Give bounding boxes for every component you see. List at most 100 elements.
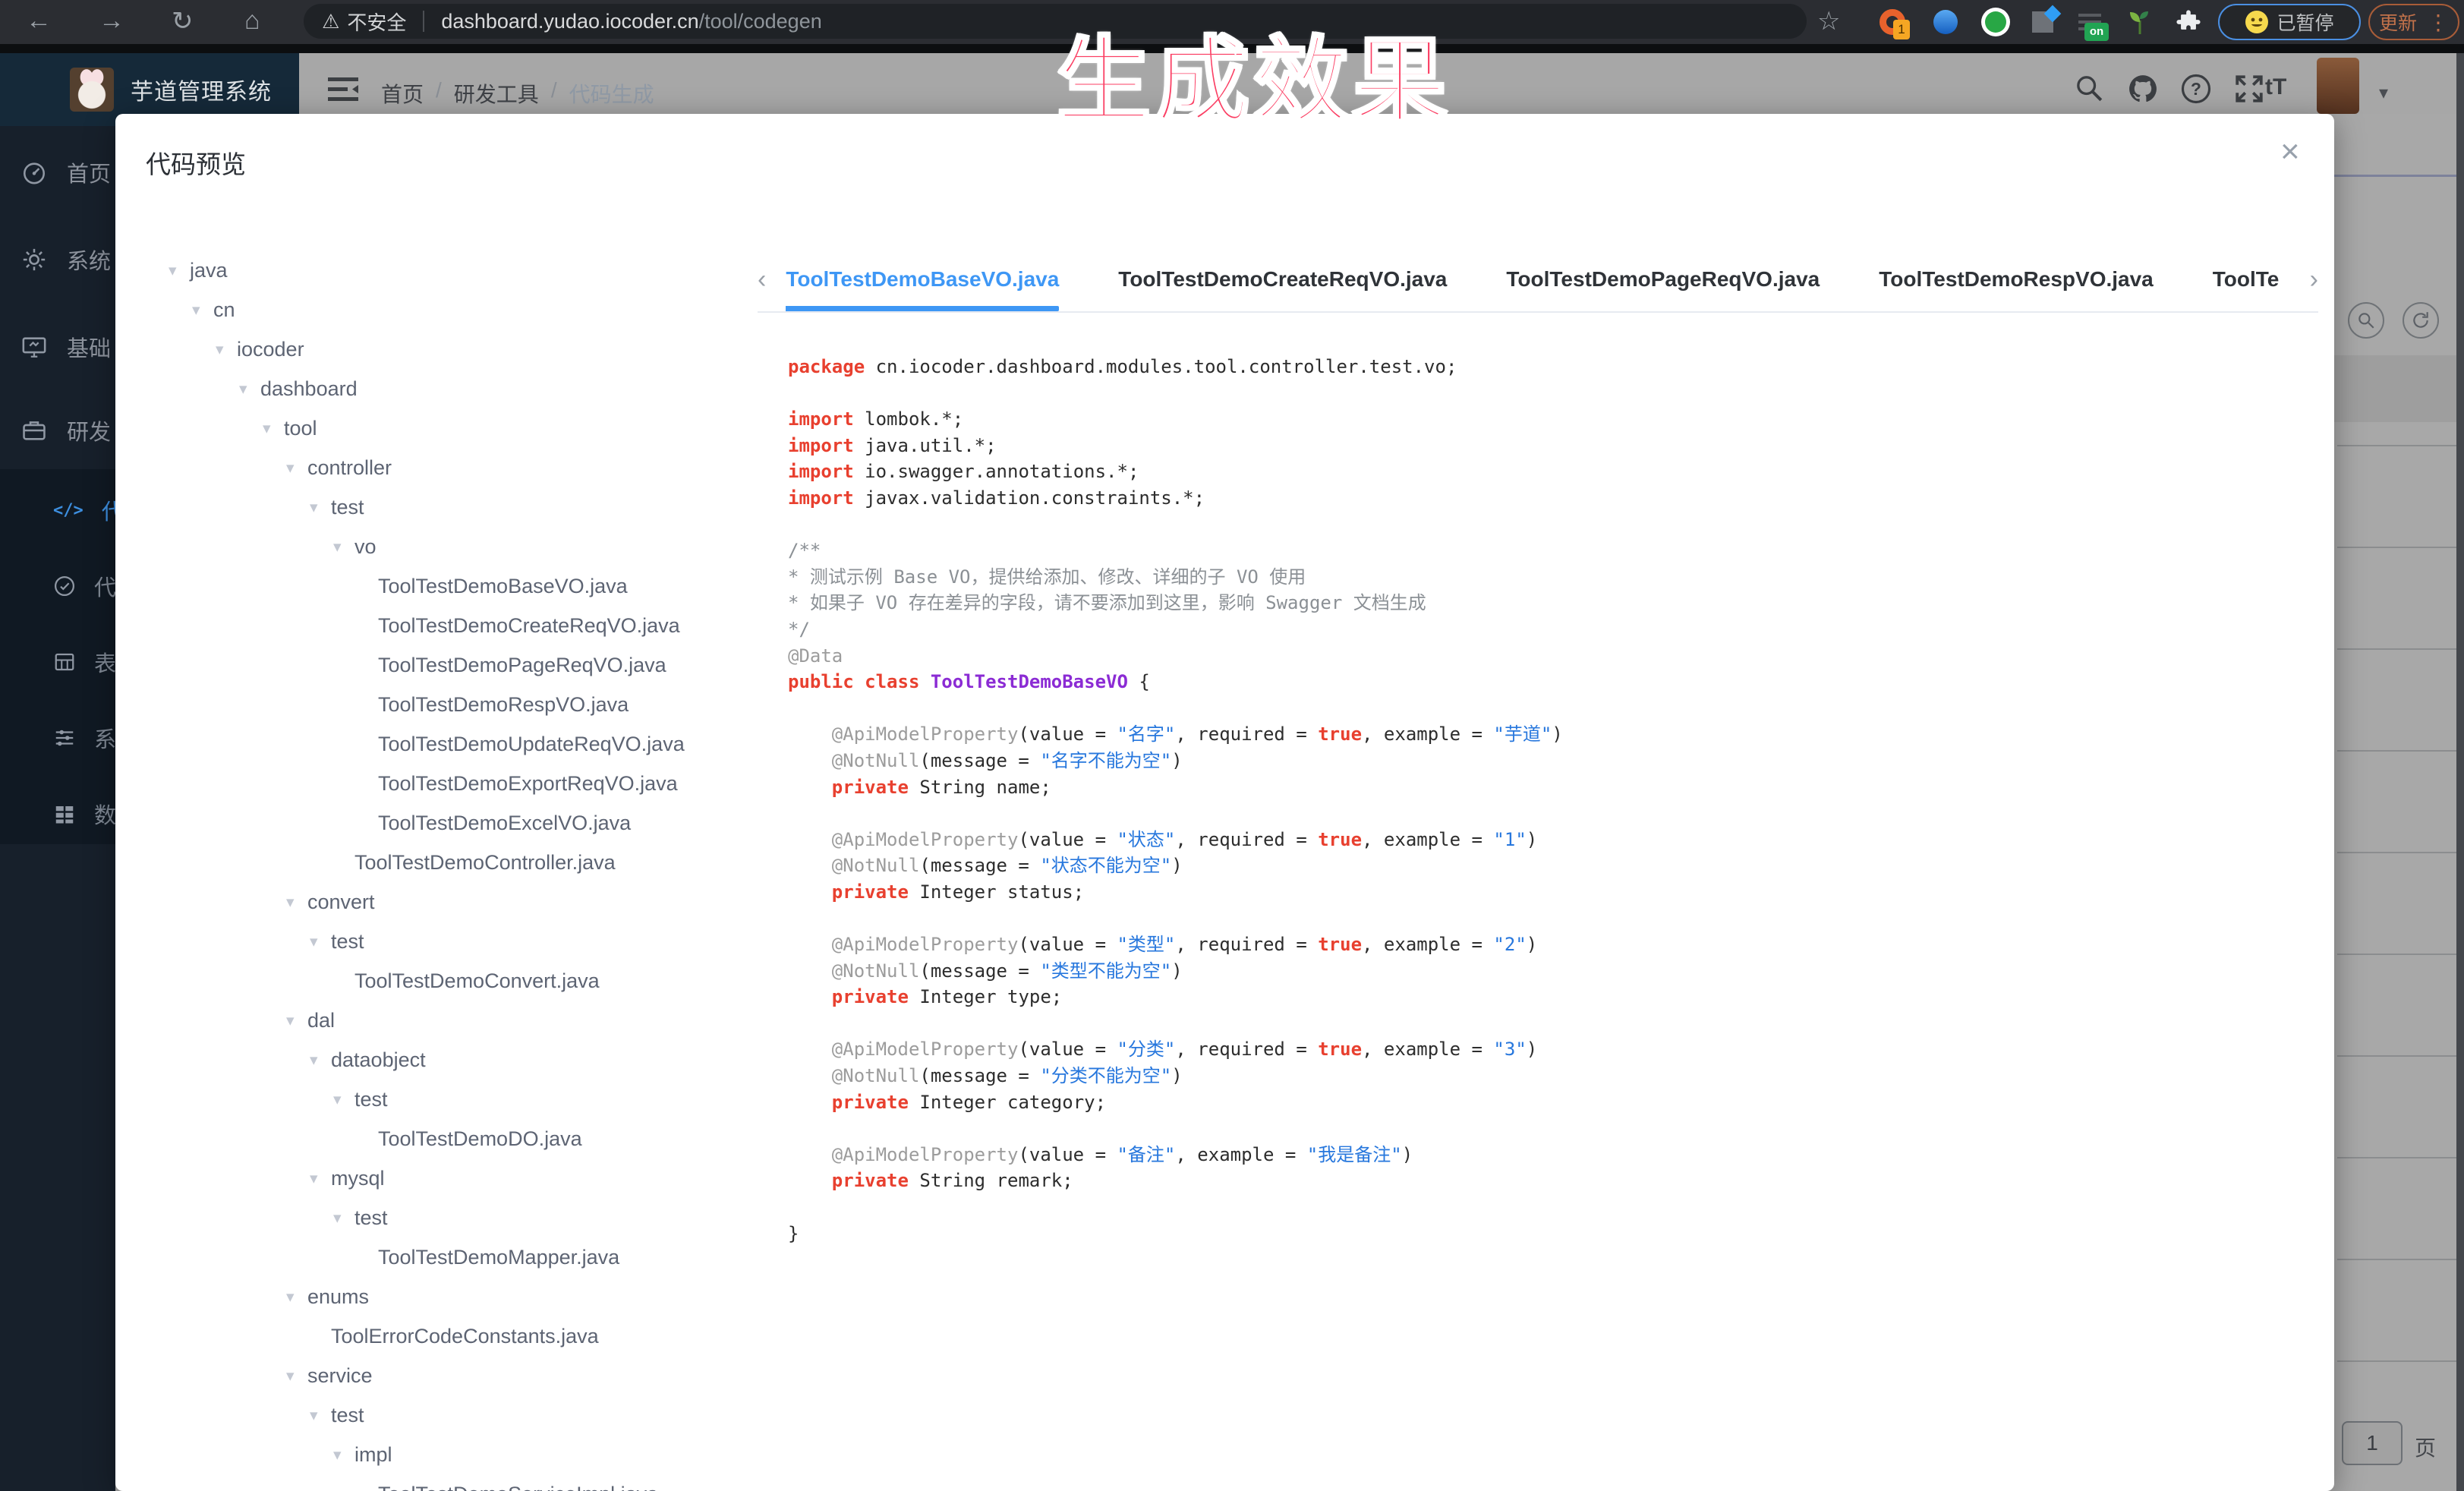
tab-file[interactable]: ToolTe (2213, 247, 2280, 311)
tree-file[interactable]: ToolTestDemoRespVO.java (141, 685, 748, 724)
gear-icon (21, 247, 47, 273)
tree-folder[interactable]: ▾iocoder (141, 329, 748, 369)
tree-file[interactable]: ToolTestDemoController.java (141, 843, 748, 882)
tree-file[interactable]: ToolTestDemoMapper.java (141, 1237, 748, 1277)
browser-forward-icon[interactable]: → (99, 6, 124, 36)
tree-file[interactable]: ToolTestDemoExportReqVO.java (141, 764, 748, 803)
sidebar-item-monitor[interactable]: 基础 (21, 331, 111, 363)
tree-file[interactable]: ToolTestDemoDO.java (141, 1119, 748, 1158)
sidebar-subitem-table[interactable]: 表 (53, 646, 115, 678)
tabs-next-icon[interactable]: › (2310, 265, 2318, 295)
tree-label: ToolTestDemoRespVO.java (378, 693, 629, 717)
search-icon[interactable] (2074, 73, 2104, 103)
extension-pin-icon[interactable] (1928, 5, 1963, 39)
tree-label: impl (354, 1443, 392, 1467)
address-bar[interactable]: ⚠ 不安全 dashboard.yudao.iocoder.cn/tool/co… (304, 4, 1807, 39)
tree-label: ToolTestDemoController.java (354, 851, 616, 875)
extension-plant-icon[interactable] (2122, 5, 2157, 39)
sidebar-subitem-code[interactable]: </>代 (53, 494, 115, 526)
code-line (788, 800, 2299, 827)
window-scrollbar[interactable] (2456, 53, 2464, 1491)
code-line: @ApiModelProperty(value = "分类", required… (788, 1036, 2299, 1063)
tab-file[interactable]: ToolTestDemoRespVO.java (1879, 247, 2154, 311)
tree-folder[interactable]: ▾mysql (141, 1158, 748, 1198)
tree-folder[interactable]: ▾test (141, 487, 748, 527)
sidebar-item-gear[interactable]: 系统 (21, 244, 111, 276)
tree-folder[interactable]: ▾convert (141, 882, 748, 922)
tree-file[interactable]: ToolTestDemoUpdateReqVO.java (141, 724, 748, 764)
tree-folder[interactable]: ▾dashboard (141, 369, 748, 408)
caret-down-icon: ▾ (310, 1051, 331, 1070)
browser-update-chip[interactable]: 更新 ⋮ (2368, 4, 2459, 40)
tree-folder[interactable]: ▾dataobject (141, 1040, 748, 1080)
search-button-behind[interactable] (2348, 302, 2384, 339)
browser-reload-icon[interactable]: ↻ (172, 6, 194, 36)
code-line: @ApiModelProperty(value = "名字", required… (788, 721, 2299, 748)
close-icon[interactable]: × (2280, 135, 2300, 169)
tree-folder[interactable]: ▾controller (141, 448, 748, 487)
collapse-menu-icon[interactable] (328, 76, 358, 103)
tree-folder[interactable]: ▾test (141, 922, 748, 961)
code-line: import io.swagger.annotations.*; (788, 459, 2299, 485)
caret-down-icon: ▾ (216, 340, 237, 359)
user-avatar[interactable] (2317, 58, 2359, 114)
browser-home-icon[interactable]: ⌂ (244, 6, 260, 36)
tree-folder[interactable]: ▾test (141, 1080, 748, 1119)
tree-folder[interactable]: ▾test (141, 1395, 748, 1435)
extension-green-circle-icon[interactable] (1978, 5, 2013, 39)
tab-file[interactable]: ToolTestDemoCreateReqVO.java (1118, 247, 1447, 311)
tree-folder[interactable]: ▾tool (141, 408, 748, 448)
tree-file[interactable]: ToolTestDemoBaseVO.java (141, 566, 748, 606)
sidebar-subitem-sliders[interactable]: 系 (53, 722, 115, 754)
extension-orange-icon[interactable]: 1 (1875, 5, 1910, 39)
code-line: @Data (788, 643, 2299, 670)
tree-file[interactable]: ToolTestDemoPageReqVO.java (141, 645, 748, 685)
tree-file[interactable]: ToolTestDemoCreateReqVO.java (141, 606, 748, 645)
tree-file[interactable]: ToolErrorCodeConstants.java (141, 1316, 748, 1356)
refresh-button-behind[interactable] (2403, 302, 2439, 339)
tree-folder[interactable]: ▾service (141, 1356, 748, 1395)
tree-folder[interactable]: ▾enums (141, 1277, 748, 1316)
breadcrumb-devtools[interactable]: 研发工具 (454, 78, 539, 109)
code-view[interactable]: package cn.iocoder.dashboard.modules.too… (788, 354, 2299, 1485)
bookmark-star-icon[interactable]: ☆ (1817, 6, 1840, 36)
tree-file[interactable]: ToolTestDemoServiceImpl.java (141, 1474, 748, 1491)
github-icon[interactable] (2127, 73, 2159, 105)
browser-menu-icon[interactable]: ⋮ (2428, 10, 2449, 35)
behind-divider (2334, 175, 2459, 177)
browser-back-icon[interactable]: ← (26, 6, 52, 36)
tree-folder[interactable]: ▾java (141, 251, 748, 290)
sidebar-subitem-shield[interactable]: 代 (53, 570, 115, 602)
extension-list-on-icon[interactable]: on (2072, 5, 2107, 39)
tabs-prev-icon[interactable]: ‹ (758, 265, 766, 295)
tree-file[interactable]: ToolTestDemoConvert.java (141, 961, 748, 1001)
user-caret-icon[interactable]: ▾ (2379, 82, 2388, 104)
file-tabs-bar: ‹ ToolTestDemoBaseVO.java ToolTestDemoCre… (758, 247, 2318, 313)
tree-file[interactable]: ToolTestDemoExcelVO.java (141, 803, 748, 843)
caret-down-icon: ▾ (192, 301, 213, 320)
tree-label: ToolTestDemoExcelVO.java (378, 812, 631, 835)
tree-folder[interactable]: ▾cn (141, 290, 748, 329)
fullscreen-icon[interactable] (2233, 73, 2265, 105)
font-size-icon[interactable]: tT (2265, 74, 2286, 100)
tree-folder[interactable]: ▾vo (141, 527, 748, 566)
tree-folder[interactable]: ▾impl (141, 1435, 748, 1474)
tree-folder[interactable]: ▾dal (141, 1001, 748, 1040)
sidebar-item-dashboard[interactable]: 首页 (21, 156, 111, 188)
profile-paused-chip[interactable]: 已暂停 (2218, 4, 2361, 40)
tree-label: test (354, 1088, 388, 1111)
extensions-puzzle-icon[interactable] (2171, 5, 2206, 39)
sidebar-item-toolbox[interactable]: 研发 (21, 415, 111, 446)
help-icon[interactable]: ? (2180, 73, 2212, 105)
tab-file[interactable]: ToolTestDemoPageReqVO.java (1506, 247, 1820, 311)
tree-label: mysql (331, 1167, 385, 1190)
extension-diamond-icon[interactable] (2025, 5, 2060, 39)
sidebar-subitem-label: 系 (94, 722, 115, 754)
tree-label: test (354, 1206, 388, 1230)
breadcrumb-home[interactable]: 首页 (381, 78, 424, 109)
sidebar-subitem-grid[interactable]: 数 (53, 798, 115, 830)
tree-folder[interactable]: ▾test (141, 1198, 748, 1237)
tab-file[interactable]: ToolTestDemoBaseVO.java (786, 247, 1059, 311)
page-number-input[interactable]: 1 (2342, 1421, 2403, 1465)
code-line (788, 1010, 2299, 1037)
